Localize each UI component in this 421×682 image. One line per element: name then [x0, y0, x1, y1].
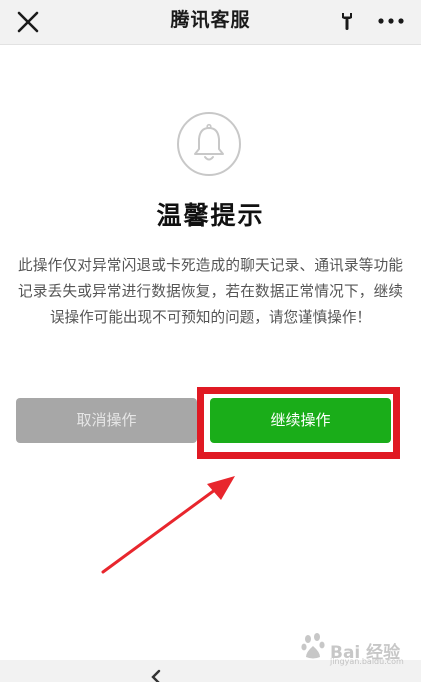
baidu-watermark: Bai 经验 jingyan.baidu.com — [300, 624, 412, 670]
screen: 腾讯客服 温馨提示 此操作仅对异常闪退或卡死造成的聊天记录、通讯录等功能记录丢失… — [0, 0, 421, 682]
annotation-arrow — [95, 470, 245, 580]
cancel-button[interactable]: 取消操作 — [16, 398, 197, 443]
continue-button[interactable]: 继续操作 — [210, 398, 391, 443]
bell-icon — [176, 111, 242, 177]
dialog-message: 此操作仅对异常闪退或卡死造成的聊天记录、通讯录等功能记录丢失或异常进行数据恢复，… — [18, 257, 403, 326]
more-icon[interactable] — [372, 6, 410, 36]
dialog-heading: 温馨提示 — [156, 201, 265, 230]
wrench-icon[interactable] — [334, 8, 360, 34]
top-navbar: 腾讯客服 — [0, 0, 421, 45]
page-title: 腾讯客服 — [170, 9, 251, 31]
close-icon[interactable] — [12, 6, 44, 38]
watermark-sub: jingyan.baidu.com — [330, 657, 404, 666]
back-arrow-icon[interactable] — [145, 668, 165, 682]
